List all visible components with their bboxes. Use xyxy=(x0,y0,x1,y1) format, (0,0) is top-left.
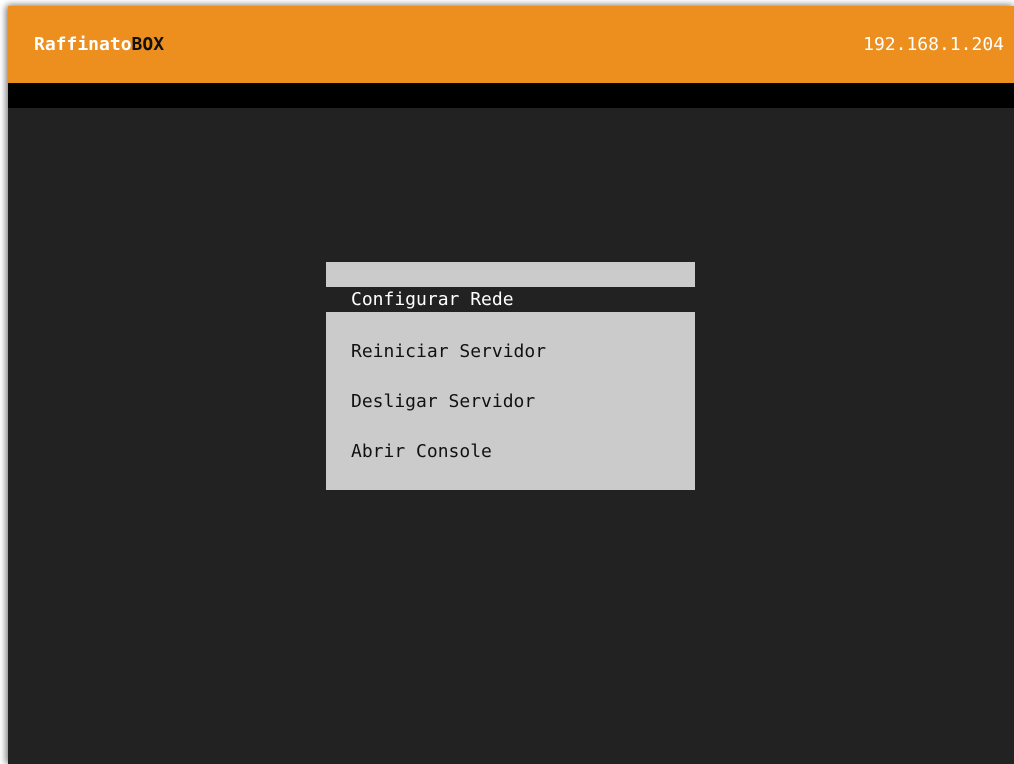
menu-item-abrir-console[interactable]: Abrir Console xyxy=(351,440,492,464)
status-bar xyxy=(8,83,1014,108)
menu-panel: Reiniciar Servidor Desligar Servidor Abr… xyxy=(326,312,695,490)
brand-prefix: Raffinato xyxy=(34,34,132,55)
menu-item-desligar-servidor[interactable]: Desligar Servidor xyxy=(351,390,535,414)
brand-logo: RaffinatoBOX xyxy=(34,34,164,55)
console-window: RaffinatoBOX 192.168.1.204 Configurar Re… xyxy=(8,6,1014,764)
header-bar: RaffinatoBOX 192.168.1.204 xyxy=(8,6,1014,83)
ip-address: 192.168.1.204 xyxy=(863,34,1004,55)
menu-item-configurar-rede[interactable]: Configurar Rede xyxy=(326,287,695,312)
menu-item-label: Configurar Rede xyxy=(351,289,514,310)
brand-suffix: BOX xyxy=(131,34,165,55)
menu-top-spacer xyxy=(326,262,695,287)
menu-item-reiniciar-servidor[interactable]: Reiniciar Servidor xyxy=(351,340,546,364)
